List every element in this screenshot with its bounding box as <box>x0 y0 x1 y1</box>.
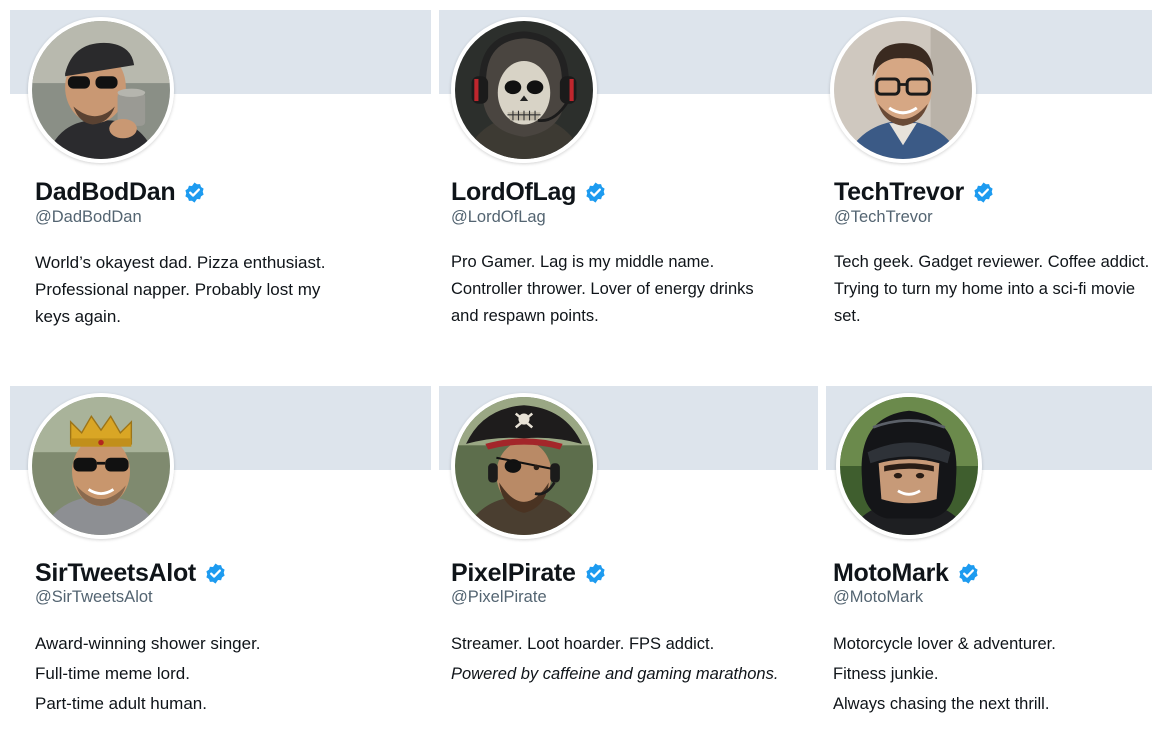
bio-line: Pro Gamer. Lag is my middle name. <box>451 253 715 271</box>
bio-line: set. <box>834 307 861 325</box>
avatar[interactable] <box>28 17 174 163</box>
profile-bio: Award-winning shower singer. Full-time m… <box>35 629 261 719</box>
avatar[interactable] <box>451 17 597 163</box>
avatar[interactable] <box>451 393 597 539</box>
profile-card-dadboddan[interactable]: DadBodDan @DadBodDan World’s okayest dad… <box>10 10 431 360</box>
user-handle: @SirTweetsAlot <box>35 588 153 606</box>
profile-card-pixelpirate[interactable]: PixelPirate @PixelPirate Streamer. Loot … <box>439 386 818 751</box>
bio-line: Fitness junkie. <box>833 665 939 683</box>
bio-line: keys again. <box>35 307 121 326</box>
display-name[interactable]: TechTrevor <box>834 178 964 207</box>
profile-bio: Pro Gamer. Lag is my middle name. Contro… <box>451 249 754 330</box>
verified-badge-icon <box>957 562 980 585</box>
bio-line: Tech geek. Gadget reviewer. Coffee addic… <box>834 253 1150 271</box>
display-name[interactable]: MotoMark <box>833 559 949 588</box>
display-name[interactable]: LordOfLag <box>451 178 576 207</box>
profile-bio: Tech geek. Gadget reviewer. Coffee addic… <box>834 249 1149 330</box>
verified-badge-icon <box>972 181 995 204</box>
user-handle: @LordOfLag <box>451 208 546 226</box>
display-name[interactable]: PixelPirate <box>451 559 576 588</box>
bio-line: Part-time adult human. <box>35 694 207 713</box>
profile-bio: Streamer. Loot hoarder. FPS addict. Powe… <box>451 629 778 689</box>
display-name[interactable]: SirTweetsAlot <box>35 559 196 588</box>
bio-line: World’s okayest dad. Pizza enthusiast. <box>35 253 326 272</box>
avatar[interactable] <box>830 17 976 163</box>
user-handle: @DadBodDan <box>35 208 142 226</box>
bio-line: Professional napper. Probably lost my <box>35 280 321 299</box>
bio-line: Trying to turn my home into a sci-fi mov… <box>834 280 1136 298</box>
bio-line: Award-winning shower singer. <box>35 634 261 653</box>
profile-card-techtrevor[interactable]: TechTrevor @TechTrevor Tech geek. Gadget… <box>818 10 1152 360</box>
user-handle: @TechTrevor <box>834 208 933 226</box>
profile-card-sirtweetsalot[interactable]: SirTweetsAlot @SirTweetsAlot Award-winni… <box>10 386 431 751</box>
display-name[interactable]: DadBodDan <box>35 178 176 207</box>
avatar[interactable] <box>836 393 982 539</box>
verified-badge-icon <box>584 181 607 204</box>
verified-badge-icon <box>584 562 607 585</box>
bio-line: Streamer. Loot hoarder. FPS addict. <box>451 635 715 653</box>
bio-line: Always chasing the next thrill. <box>833 695 1050 713</box>
bio-line: Powered by caffeine and gaming marathons… <box>451 665 779 683</box>
verified-badge-icon <box>183 181 206 204</box>
bio-line: Motorcycle lover & adventurer. <box>833 635 1056 653</box>
profile-card-motomark[interactable]: MotoMark @MotoMark Motorcycle lover & ad… <box>826 386 1152 751</box>
bio-line: Full-time meme lord. <box>35 664 190 683</box>
profile-bio: World’s okayest dad. Pizza enthusiast. P… <box>35 249 325 330</box>
user-handle: @MotoMark <box>833 588 924 606</box>
bio-line: Controller thrower. Lover of energy drin… <box>451 280 754 298</box>
user-handle: @PixelPirate <box>451 588 547 606</box>
profile-card-lordoflag[interactable]: LordOfLag @LordOfLag Pro Gamer. Lag is m… <box>439 10 818 360</box>
bio-line: and respawn points. <box>451 307 599 325</box>
profile-bio: Motorcycle lover & adventurer. Fitness j… <box>833 629 1056 719</box>
verified-badge-icon <box>204 562 227 585</box>
avatar[interactable] <box>28 393 174 539</box>
